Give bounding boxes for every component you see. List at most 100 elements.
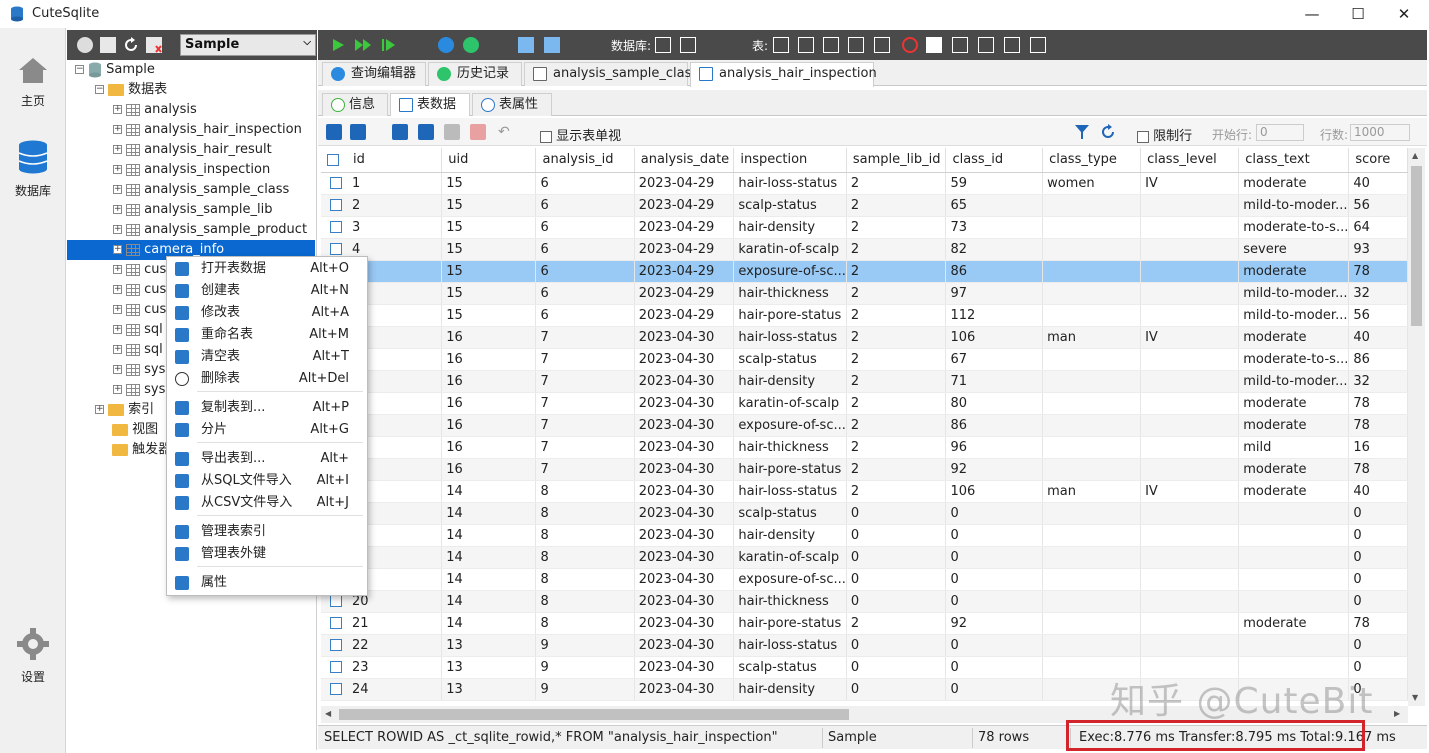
table-cell[interactable] (1042, 348, 1142, 371)
table-cell[interactable] (1140, 458, 1240, 481)
table-row[interactable]: 16 7 2023-04-30 exposure-of-sc... 2 86 moderat… (321, 414, 1408, 437)
table-cell[interactable]: 2023-04-30 (634, 348, 735, 371)
table-cell[interactable]: 16 (1348, 436, 1408, 459)
table-shard-icon[interactable] (952, 37, 968, 53)
table-cell[interactable]: mild-to-moder... (1238, 304, 1350, 327)
table-cell[interactable]: 2 (846, 216, 947, 239)
tab-analysis-sample-class[interactable]: analysis_sample_class (524, 62, 698, 86)
table-cell[interactable] (1042, 458, 1142, 481)
expand-icon[interactable]: + (113, 145, 122, 154)
expand-icon[interactable]: + (95, 405, 104, 414)
context-menu-item[interactable]: 导出表到... Alt+ (167, 448, 367, 470)
table-cell[interactable]: 2023-04-30 (634, 656, 735, 679)
table-cell[interactable] (1238, 546, 1350, 569)
table-cell[interactable]: exposure-of-sc... (733, 260, 847, 283)
table-row[interactable]: 14 8 2023-04-30 karatin-of-scalp 0 0 0 (321, 546, 1408, 569)
table-cell[interactable] (1140, 282, 1240, 305)
table-cell[interactable]: 6 (535, 216, 635, 239)
tab-history[interactable]: 历史记录 (428, 62, 522, 86)
table-cell[interactable]: 2023-04-30 (634, 678, 735, 701)
column-header[interactable]: class_text (1238, 148, 1350, 173)
table-cell[interactable] (1238, 502, 1350, 525)
table-cell[interactable]: 2 (846, 370, 947, 393)
table-cell[interactable]: 97 (945, 282, 1044, 305)
row-checkbox[interactable] (330, 243, 342, 255)
table-cell[interactable] (1238, 524, 1350, 547)
table-cell[interactable] (1140, 348, 1240, 371)
table-cell[interactable]: 16 (441, 326, 537, 349)
export-icon[interactable] (326, 124, 342, 140)
refresh-icon[interactable] (123, 37, 139, 53)
table-cell[interactable] (1042, 370, 1142, 393)
context-menu-item[interactable]: 重命名表 Alt+M (167, 324, 367, 346)
table-cell[interactable]: 1 (321, 172, 443, 195)
column-header[interactable]: class_id (945, 148, 1044, 173)
table-row[interactable]: 22 13 9 2023-04-30 hair-loss-status 0 0 0 (321, 634, 1408, 657)
explain-icon[interactable] (438, 37, 454, 53)
table-cell[interactable]: 0 (945, 524, 1044, 547)
undo-icon[interactable]: ↶ (498, 124, 514, 140)
table-cell[interactable]: 40 (1348, 326, 1408, 349)
table-cell[interactable]: 7 (535, 458, 635, 481)
table-cell[interactable]: 6 (535, 194, 635, 217)
table-cell[interactable]: 6 (535, 260, 635, 283)
table-cell[interactable]: 9 (535, 656, 635, 679)
table-cell[interactable]: women (1042, 172, 1142, 195)
table-cell[interactable] (1140, 370, 1240, 393)
table-row[interactable]: 2 15 6 2023-04-29 scalp-status 2 65 mild-to-mod… (321, 194, 1408, 217)
table-cell[interactable]: 22 (321, 634, 443, 657)
table-cell[interactable] (1140, 260, 1240, 283)
row-checkbox[interactable] (330, 639, 342, 651)
start-row-input[interactable]: 0 (1256, 124, 1304, 141)
table-cell[interactable]: 7 (535, 326, 635, 349)
column-header[interactable]: id (321, 148, 443, 173)
table-cell[interactable]: 9 (535, 678, 635, 701)
table-row[interactable]: 4 15 6 2023-04-29 karatin-of-scalp 2 82 severe 9… (321, 238, 1408, 261)
table-cell[interactable]: 13 (441, 656, 537, 679)
table-cell[interactable]: 64 (1348, 216, 1408, 239)
row-checkbox[interactable] (330, 177, 342, 189)
table-cell[interactable]: 14 (441, 480, 537, 503)
table-cell[interactable]: 80 (945, 392, 1044, 415)
table-cell[interactable]: 8 (535, 546, 635, 569)
copy-dropdown-icon[interactable] (350, 124, 366, 140)
tab-analysis-hair-inspection[interactable]: analysis_hair_inspection (690, 62, 877, 87)
table-cell[interactable]: 8 (535, 612, 635, 635)
table-cell[interactable] (1042, 546, 1142, 569)
table-cell[interactable]: 9 (535, 634, 635, 657)
table-cell[interactable]: moderate (1238, 458, 1350, 481)
copy-row-icon[interactable] (418, 124, 434, 140)
tree-tables-folder[interactable]: − 数据表 (95, 80, 167, 100)
tree-table-item[interactable]: + cus (113, 300, 166, 320)
tree-table-item[interactable]: + sys (113, 380, 165, 400)
table-cell[interactable] (1238, 634, 1350, 657)
table-cell[interactable]: hair-pore-status (733, 304, 847, 327)
table-cell[interactable]: 2023-04-30 (634, 590, 735, 613)
table-cell[interactable]: 0 (1348, 568, 1408, 591)
context-menu-item[interactable]: 清空表 Alt+T (167, 346, 367, 368)
table-cell[interactable]: 7 (535, 370, 635, 393)
context-menu-item[interactable]: 从CSV文件导入 Alt+J (167, 492, 367, 514)
csv-import-icon[interactable] (1030, 37, 1046, 53)
table-cell[interactable] (1140, 194, 1240, 217)
table-cell[interactable]: 40 (1348, 172, 1408, 195)
table-cell[interactable]: 2023-04-29 (634, 282, 735, 305)
nav-settings[interactable]: 设置 (0, 628, 66, 685)
table-cell[interactable]: 78 (1348, 392, 1408, 415)
table-cell[interactable]: 2023-04-29 (634, 260, 735, 283)
expand-icon[interactable]: + (113, 205, 122, 214)
table-cell[interactable]: hair-loss-status (733, 326, 847, 349)
table-cell[interactable] (1238, 590, 1350, 613)
run-icon[interactable] (330, 37, 346, 53)
table-cell[interactable]: 2 (846, 436, 947, 459)
table-cell[interactable]: 0 (945, 590, 1044, 613)
table-cell[interactable]: mild (1238, 436, 1350, 459)
tree-table-item[interactable]: + sql (113, 340, 163, 360)
table-row[interactable]: 16 7 2023-04-30 hair-loss-status 2 106 man IV mo… (321, 326, 1408, 349)
scroll-right-icon[interactable]: ▶ (1394, 709, 1400, 718)
table-cell[interactable]: 6 (535, 282, 635, 305)
table-cell[interactable] (1042, 436, 1142, 459)
subtab-table-data[interactable]: 表数据 (390, 93, 470, 116)
context-menu-item[interactable]: 从SQL文件导入 Alt+I (167, 470, 367, 492)
table-cell[interactable]: 0 (846, 656, 947, 679)
